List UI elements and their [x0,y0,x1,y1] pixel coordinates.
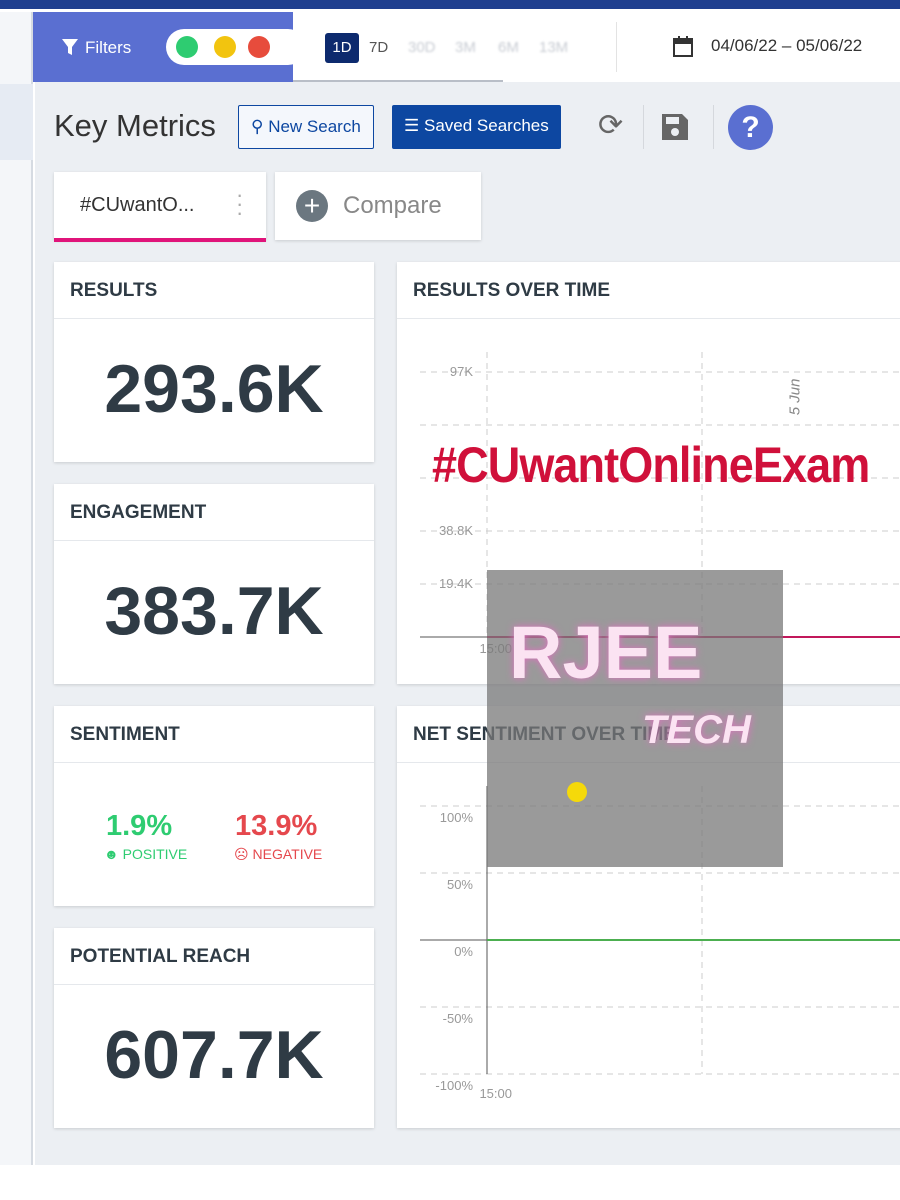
watermark-logo: RJEE TECH [487,570,783,867]
date-annotation: 5 Jun [786,378,804,416]
y-tick-label: 100% [439,810,473,825]
x-tick-label: 15:00 [479,1086,512,1101]
logo-text: TECH [642,708,751,752]
y-tick-label: 0% [454,944,473,959]
logo-text: RJEE [509,611,703,694]
y-tick-label: 19.4K [439,576,473,591]
y-tick-label: 50% [446,877,473,892]
y-tick-label: -50% [442,1011,473,1026]
wifi-icon [567,782,587,802]
y-tick-label: 38.8K [439,523,473,538]
y-tick-label: 97K [449,364,473,379]
watermark-hashtag: #CUwantOnlineExam [432,437,870,493]
